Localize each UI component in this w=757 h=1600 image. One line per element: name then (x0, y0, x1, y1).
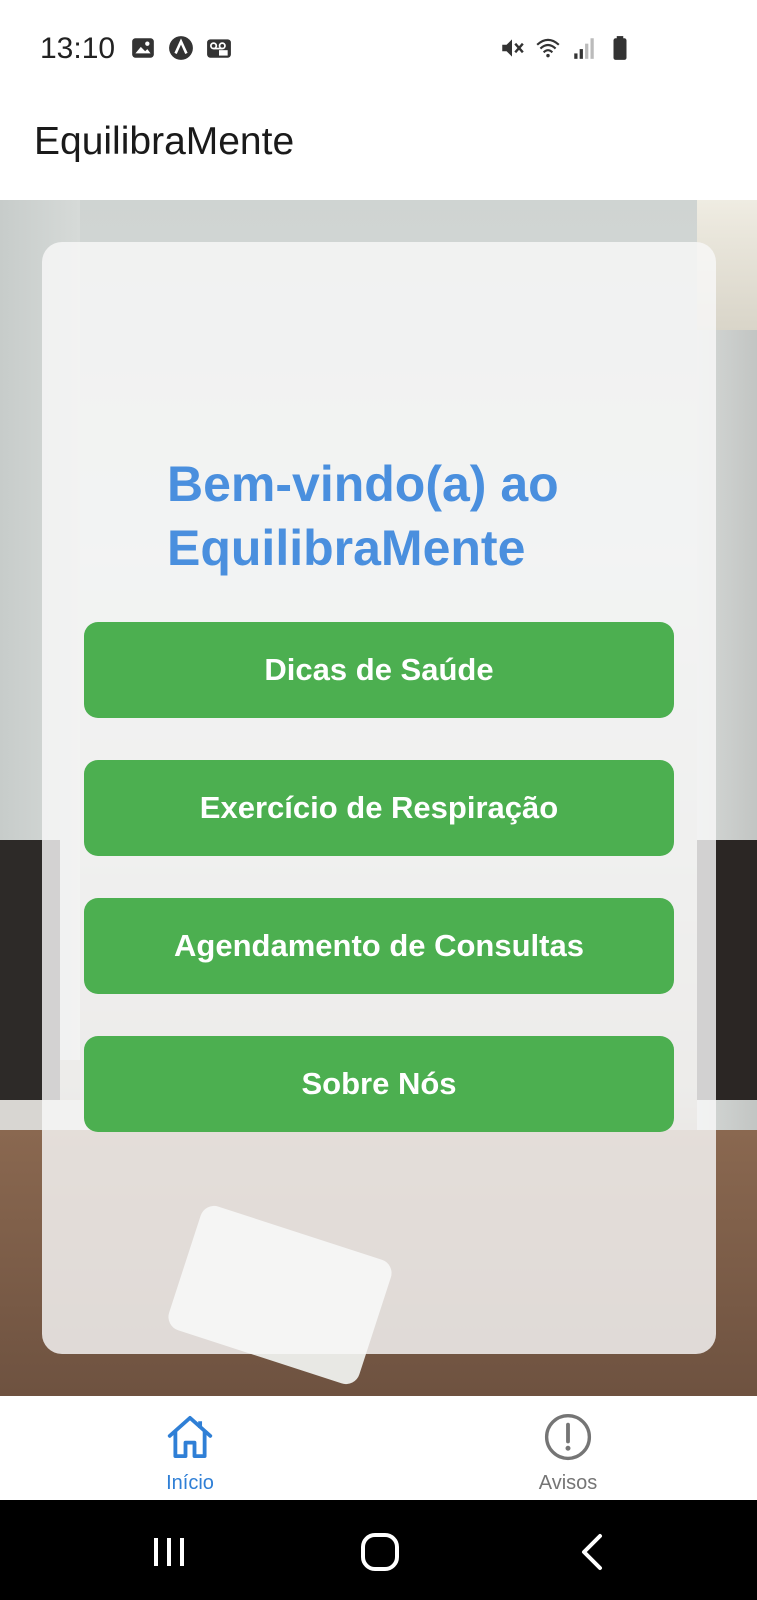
app-logo-icon (169, 36, 193, 60)
status-time: 13:10 (40, 32, 116, 65)
nav-label-home: Início (166, 1472, 214, 1494)
breathing-exercise-button[interactable]: Exercício de Respiração (84, 760, 674, 856)
about-us-button[interactable]: Sobre Nós (84, 1036, 674, 1132)
alert-circle-icon (544, 1413, 592, 1461)
image-icon (132, 38, 154, 58)
status-bar: 13:10 (0, 0, 757, 100)
welcome-card: Bem-vindo(a) ao EquilibraMente Dicas de … (42, 242, 716, 1354)
appointment-scheduling-button[interactable]: Agendamento de Consultas (84, 898, 674, 994)
app-bar: EquilibraMente (0, 100, 757, 200)
signal-icon (574, 38, 594, 59)
nav-label-notices: Avisos (538, 1472, 598, 1494)
back-icon[interactable] (568, 1530, 618, 1574)
voicemail-icon (207, 39, 231, 58)
bottom-nav: Início Avisos (0, 1396, 757, 1500)
health-tips-button[interactable]: Dicas de Saúde (84, 622, 674, 718)
welcome-heading: Bem-vindo(a) ao EquilibraMente (167, 456, 559, 576)
system-nav-bar (0, 1500, 757, 1600)
battery-icon (613, 36, 627, 60)
home-icon (167, 1415, 213, 1459)
recent-apps-icon[interactable] (144, 1530, 194, 1574)
home-button-icon[interactable] (355, 1530, 405, 1574)
nav-item-notices[interactable]: Avisos (468, 1396, 668, 1500)
nav-item-home[interactable]: Início (90, 1396, 290, 1500)
wifi-icon (536, 38, 560, 58)
mute-icon (502, 39, 524, 57)
app-title: EquilibraMente (34, 120, 295, 163)
